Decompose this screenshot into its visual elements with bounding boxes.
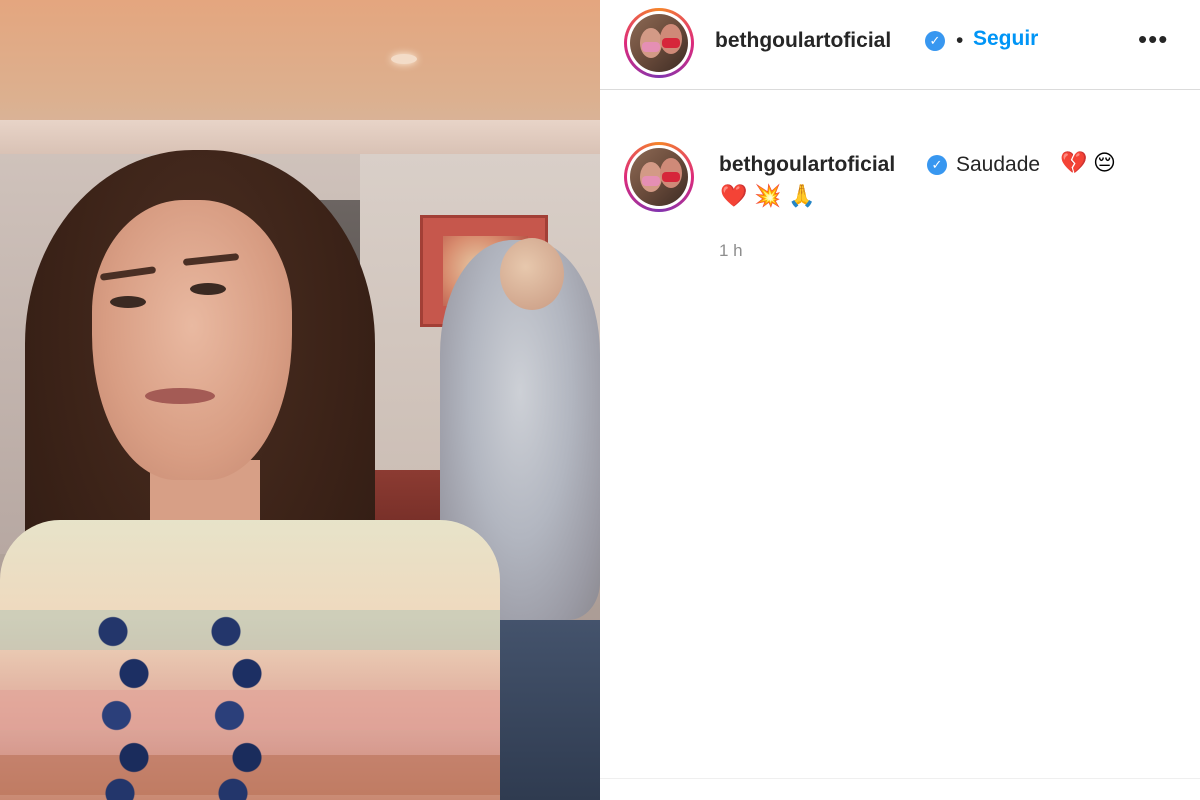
verified-badge-icon: ✓ (927, 155, 947, 175)
separator-dot: • (956, 29, 964, 52)
necklace-right (205, 600, 275, 800)
broken-heart-emoji: 💔 (1060, 150, 1088, 175)
footer-divider (600, 778, 1200, 779)
red-heart-emoji: ❤️ (720, 183, 748, 208)
username-link[interactable]: bethgoulartoficial (715, 29, 891, 53)
more-options-icon[interactable]: ••• (1138, 24, 1168, 55)
left-eye (110, 296, 146, 308)
pensive-face-emoji: 😔 (1093, 150, 1116, 175)
woman-face (92, 200, 292, 480)
ceiling-light (391, 54, 417, 64)
sparkle-emoji: 💥 (754, 183, 782, 208)
woman-mouth (145, 388, 215, 404)
post-panel: bethgoulartoficial ✓ • Seguir ••• bethgo… (600, 0, 1200, 800)
necklace-left (92, 600, 162, 800)
right-eye (190, 283, 226, 295)
verified-badge-icon: ✓ (925, 31, 945, 51)
caption-username-link[interactable]: bethgoulartoficial (719, 153, 895, 177)
caption-text: Saudade (956, 153, 1041, 176)
post-header: bethgoulartoficial ✓ • Seguir ••• (600, 0, 1200, 90)
post-media[interactable] (0, 0, 600, 800)
caption-avatar[interactable] (624, 142, 694, 212)
post-timestamp[interactable]: 1 h (719, 241, 743, 261)
follow-button[interactable]: Seguir (973, 27, 1038, 51)
profile-avatar[interactable] (624, 8, 694, 78)
media-molding (0, 120, 600, 154)
sculpture-head (500, 238, 564, 310)
media-ceiling (0, 0, 600, 140)
folded-hands-emoji: 🙏 (788, 183, 816, 208)
